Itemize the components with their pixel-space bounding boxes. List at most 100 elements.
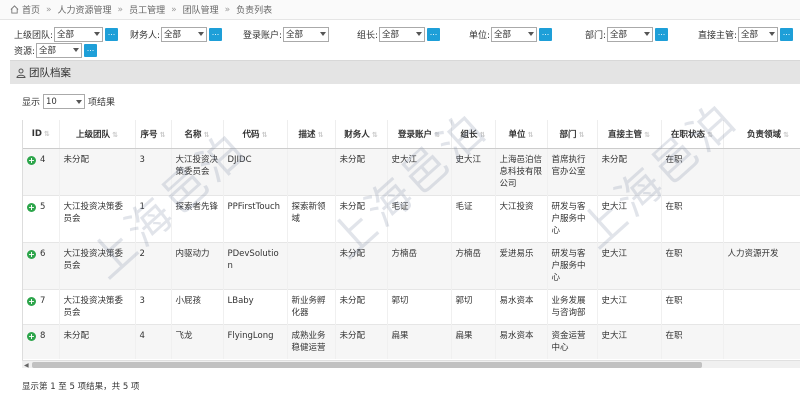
- table-cell: LBaby: [223, 288, 288, 324]
- department-select[interactable]: 全部: [607, 26, 654, 42]
- column-header[interactable]: 在职状态 ⇅: [661, 120, 724, 149]
- horizontal-scrollbar[interactable]: ◀: [22, 360, 800, 369]
- table-cell: 未分配: [335, 194, 388, 242]
- chevron-down-icon: [769, 32, 776, 36]
- supervisor-select[interactable]: 全部: [738, 26, 779, 42]
- parent-team-select[interactable]: 全部: [54, 26, 104, 42]
- table-cell: 探索新领域: [287, 194, 336, 242]
- table-cell: 飞龙: [171, 323, 224, 359]
- table-row[interactable]: +6 大江投资决策委员会 2 内驱动力 PDevSolution 未分配 方楠岳 方楠岳 爱进易…: [23, 241, 800, 289]
- table-cell: 4: [135, 323, 172, 359]
- column-header[interactable]: 财务人 ⇅: [335, 120, 388, 149]
- expand-row-icon[interactable]: +: [27, 296, 36, 306]
- table-cell: +5: [23, 194, 60, 242]
- sort-icon: ⇅: [371, 130, 378, 139]
- sort-icon: ⇅: [479, 130, 486, 139]
- table-info: 显示第 1 至 5 项结果，共 5 项: [22, 382, 140, 392]
- scroll-left-icon[interactable]: ◀: [24, 362, 29, 369]
- breadcrumb-team[interactable]: 团队管理: [183, 3, 219, 16]
- expand-row-icon[interactable]: +: [27, 155, 36, 165]
- table-cell: 史大江: [451, 147, 496, 195]
- table-cell: FlyingLong: [223, 323, 288, 359]
- sort-icon: ⇅: [783, 130, 789, 139]
- table-cell: 郭切: [387, 288, 452, 324]
- leader-select[interactable]: 全部: [379, 26, 426, 42]
- breadcrumb-current: 负责列表: [236, 6, 273, 16]
- table-row[interactable]: +5 大江投资决策委员会 1 探索者先锋 PPFirstTouch 探索新领域 未分配 毛证毛…: [23, 194, 800, 242]
- table-cell: 在职: [661, 194, 724, 242]
- parent-team-more-button[interactable]: ...: [105, 27, 119, 41]
- page-length-select[interactable]: 10: [43, 94, 86, 109]
- filter-resource: 资源: 全部 ...: [14, 42, 98, 58]
- filter-leader: 组长: 全部 ...: [357, 26, 441, 42]
- resource-more-button[interactable]: ...: [84, 43, 98, 57]
- chevron-down-icon: [94, 32, 101, 36]
- login-select[interactable]: 全部: [283, 26, 330, 42]
- filter-bar: 上级团队: 全部 ... 财务人: 全部 ... 登录账户: 全部 组长: 全部…: [0, 22, 800, 58]
- table-cell: PPFirstTouch: [223, 194, 288, 242]
- department-more-button[interactable]: ...: [655, 27, 669, 41]
- page-length: 显示 10 项结果: [22, 94, 115, 109]
- table-cell: 史大江: [597, 323, 662, 359]
- column-header[interactable]: 组长 ⇅: [451, 120, 496, 149]
- finance-more-button[interactable]: ...: [209, 27, 223, 41]
- filter-finance: 财务人: 全部 ...: [130, 26, 223, 42]
- table-cell: 2: [135, 241, 172, 289]
- sort-icon: ⇅: [43, 129, 50, 138]
- table-cell: [723, 288, 800, 324]
- breadcrumb-home[interactable]: 首页: [22, 3, 40, 16]
- table-cell: 大江投资: [495, 194, 548, 242]
- breadcrumb-staff[interactable]: 员工管理: [129, 3, 165, 16]
- table-cell: 成熟业务稳健运营: [287, 323, 336, 359]
- table-cell: 未分配: [59, 323, 136, 359]
- panel-title: 团队档案: [29, 67, 71, 79]
- expand-row-icon[interactable]: +: [27, 249, 36, 259]
- leader-more-button[interactable]: ...: [427, 27, 441, 41]
- table-cell: 大江投资决策委员会: [59, 194, 136, 242]
- expand-row-icon[interactable]: +: [27, 331, 36, 341]
- column-header[interactable]: 单位 ⇅: [495, 120, 548, 149]
- panel-header: 团队档案: [10, 60, 800, 84]
- table-cell: +4: [23, 147, 60, 195]
- table-cell: [287, 147, 336, 195]
- table-cell: 新业务孵化器: [287, 288, 336, 324]
- table-cell: 郭切: [451, 288, 496, 324]
- breadcrumb-hr[interactable]: 人力资源管理: [58, 3, 112, 16]
- table-cell: 方楠岳: [387, 241, 452, 289]
- chevron-down-icon: [320, 32, 327, 36]
- column-header[interactable]: ID ⇅: [23, 120, 60, 149]
- finance-select[interactable]: 全部: [161, 26, 208, 42]
- scrollbar-thumb[interactable]: [32, 362, 702, 368]
- unit-more-button[interactable]: ...: [539, 27, 553, 41]
- user-icon: [16, 68, 26, 78]
- table-cell: 资金运营中心: [547, 323, 598, 359]
- table-cell: [287, 241, 336, 289]
- sort-icon: ⇅: [707, 130, 713, 139]
- sort-icon: ⇅: [203, 130, 210, 139]
- column-header[interactable]: 部门 ⇅: [547, 120, 598, 149]
- table-cell: [723, 194, 800, 242]
- table-cell: 未分配: [335, 241, 388, 289]
- column-header[interactable]: 代码 ⇅: [223, 120, 288, 149]
- column-header[interactable]: 描述 ⇅: [287, 120, 336, 149]
- expand-row-icon[interactable]: +: [27, 202, 36, 212]
- column-header[interactable]: 名称 ⇅: [171, 120, 224, 149]
- unit-select[interactable]: 全部: [491, 26, 538, 42]
- column-header[interactable]: 负责领域 ⇅: [723, 120, 800, 149]
- column-header[interactable]: 直接主管 ⇅: [597, 120, 662, 149]
- filter-parent-team: 上级团队: 全部 ...: [14, 26, 119, 42]
- column-header[interactable]: 登录账户 ⇅: [387, 120, 452, 149]
- table-cell: 未分配: [335, 323, 388, 359]
- resource-select[interactable]: 全部: [36, 42, 83, 58]
- column-header[interactable]: 序号 ⇅: [135, 120, 172, 149]
- sort-icon: ⇅: [578, 130, 585, 139]
- table-row[interactable]: +8 未分配 4 飞龙 FlyingLong 成熟业务稳健运营 未分配 扁果 扁果 易水资本 资金运…: [23, 323, 800, 359]
- column-header[interactable]: 上级团队 ⇅: [59, 120, 136, 149]
- table-cell: [723, 147, 800, 195]
- table-cell: 小屁孩: [171, 288, 224, 324]
- table-cell: 上海邑泊信息科技有限公司: [495, 147, 548, 195]
- table-row[interactable]: +4 未分配 3 大江投资决策委员会 DJIDC 未分配 史大江 史大江 上海邑泊信息科技有限公…: [23, 147, 800, 195]
- table-cell: 方楠岳: [451, 241, 496, 289]
- supervisor-more-button[interactable]: ...: [780, 27, 794, 41]
- table-row[interactable]: +7 大江投资决策委员会 3 小屁孩 LBaby 新业务孵化器 未分配 郭切 郭切 易水资本 业务发…: [23, 288, 800, 324]
